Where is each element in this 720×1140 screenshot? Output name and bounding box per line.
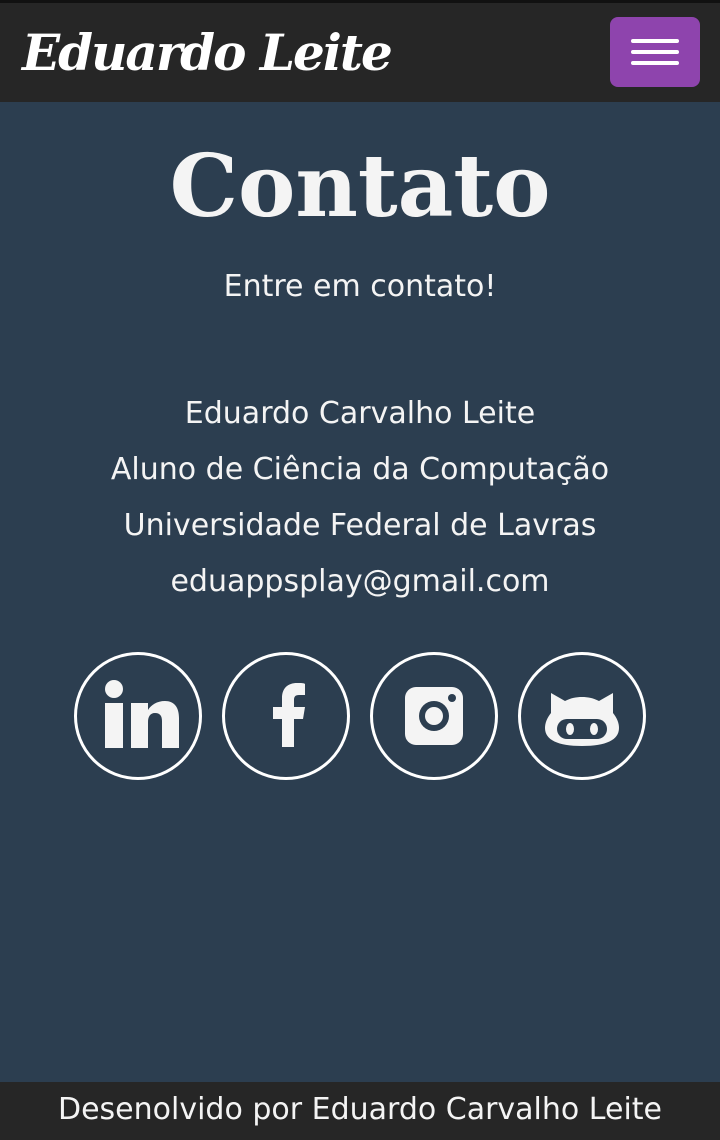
linkedin-link[interactable]: [74, 652, 202, 780]
footer: Desenolvido por Eduardo Carvalho Leite: [0, 1082, 720, 1140]
facebook-link[interactable]: [222, 652, 350, 780]
hamburger-menu-icon: [631, 61, 679, 65]
contact-course: Aluno de Ciência da Computação: [110, 452, 610, 487]
page-title: Contato: [169, 136, 551, 237]
linkedin-icon: [105, 680, 179, 748]
contact-email[interactable]: eduappsplay@gmail.com: [0, 560, 720, 604]
menu-toggle-button[interactable]: [610, 17, 700, 87]
brand-link[interactable]: Eduardo Leite: [22, 17, 393, 89]
footer-credit: Desenolvido por Eduardo Carvalho Leite: [57, 1092, 662, 1127]
instagram-icon: [405, 687, 463, 745]
instagram-link[interactable]: [370, 652, 498, 780]
hamburger-menu-icon: [631, 39, 679, 43]
github-icon: [545, 693, 619, 746]
social-links: [74, 652, 646, 780]
contact-section: Contato Entre em contato! Eduardo Carval…: [0, 102, 720, 1082]
contact-university: Universidade Federal de Lavras: [123, 508, 597, 543]
hamburger-menu-icon: [631, 50, 679, 54]
contact-name: Eduardo Carvalho Leite: [184, 396, 536, 431]
page-subtitle: Entre em contato!: [223, 269, 497, 304]
navbar: Eduardo Leite: [0, 0, 720, 102]
facebook-icon: [273, 683, 305, 747]
github-link[interactable]: [518, 652, 646, 780]
